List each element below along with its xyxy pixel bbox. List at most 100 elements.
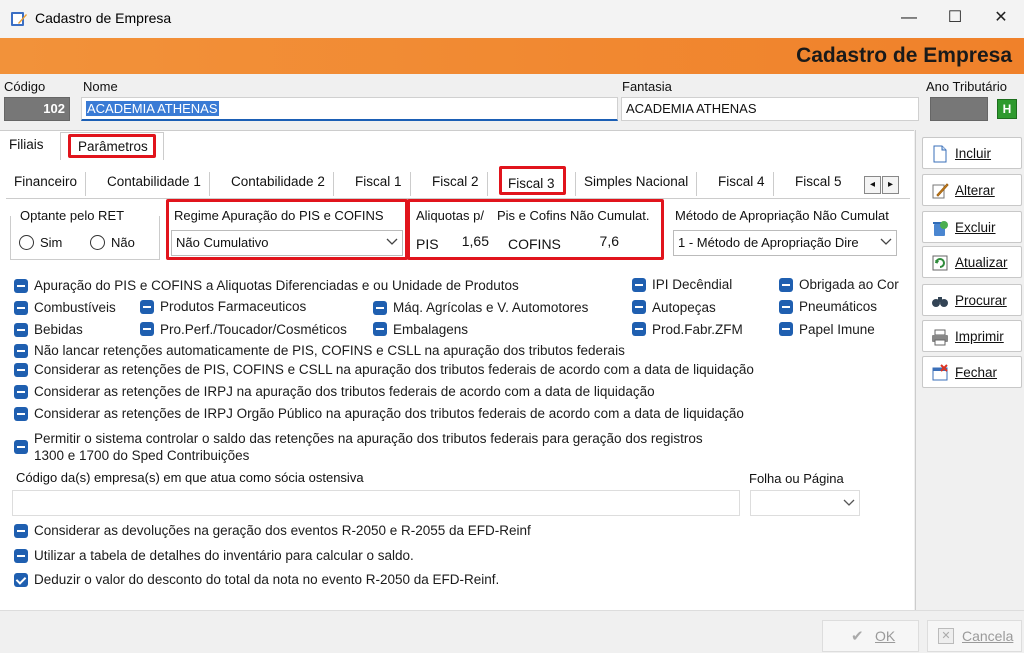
app-icon <box>11 12 27 26</box>
title-bar: Cadastro de Empresa — ☐ ✕ <box>0 0 1024 38</box>
minimize-button[interactable]: — <box>886 0 932 38</box>
pis-field[interactable]: 1,65 <box>443 230 493 254</box>
regime-label: Regime Apuração do PIS e COFINS <box>174 208 384 223</box>
chevron-down-icon <box>880 238 892 245</box>
excluir-label: Excluir <box>955 220 996 235</box>
atualizar-button[interactable]: Atualizar <box>922 246 1022 278</box>
incluir-button[interactable]: Incluir <box>922 137 1022 169</box>
highlight-parametros <box>68 134 156 158</box>
atualizar-label: Atualizar <box>955 255 1008 270</box>
pneumaticos-checkbox[interactable] <box>779 300 793 314</box>
cancel-icon: ✕ <box>938 628 954 644</box>
chevron-down-icon <box>843 499 855 506</box>
maximize-button[interactable]: ☐ <box>932 0 978 38</box>
procurar-label: Procurar <box>955 293 1007 308</box>
autopecas-checkbox[interactable] <box>632 300 646 314</box>
printer-icon <box>932 329 948 346</box>
tab-financeiro[interactable]: Financeiro <box>6 172 87 196</box>
considerar-pis-checkbox[interactable] <box>14 363 28 377</box>
nome-label: Nome <box>83 79 118 94</box>
ano-field[interactable] <box>930 97 988 121</box>
considerar-irpj-publico-checkbox[interactable] <box>14 407 28 421</box>
obrigada-checkbox[interactable] <box>779 278 793 292</box>
papel-label: Papel Imune <box>799 322 875 337</box>
socia-field[interactable] <box>12 490 740 516</box>
ok-label: OK <box>875 628 896 644</box>
regime-select[interactable]: Não Cumulativo <box>171 230 403 256</box>
procurar-button[interactable]: Procurar <box>922 284 1022 316</box>
close-button[interactable]: ✕ <box>978 0 1024 38</box>
deduzir-checkbox[interactable] <box>14 573 28 587</box>
highlight-fiscal-3 <box>499 166 566 195</box>
aliquotas-label: Aliquotas p/ <box>416 208 484 223</box>
bebidas-checkbox[interactable] <box>14 323 28 337</box>
delete-icon <box>933 221 948 236</box>
nao-lancar-checkbox[interactable] <box>14 344 28 358</box>
zfm-label: Prod.Fabr.ZFM <box>652 322 743 337</box>
alterar-label: Alterar <box>955 183 995 198</box>
zfm-checkbox[interactable] <box>632 322 646 336</box>
embalagens-label: Embalagens <box>393 322 469 337</box>
tab-filiais[interactable]: Filiais <box>9 137 44 152</box>
check-icon: ✔ <box>851 628 864 645</box>
considerar-irpj-checkbox[interactable] <box>14 385 28 399</box>
new-document-icon <box>933 145 947 163</box>
tab-simples-nacional[interactable]: Simples Nacional <box>575 172 698 196</box>
ret-nao-radio[interactable] <box>90 235 105 250</box>
farmaceuticos-checkbox[interactable] <box>140 300 154 314</box>
papel-checkbox[interactable] <box>779 322 793 336</box>
ret-nao-label: Não <box>111 235 135 250</box>
devolucoes-label: Considerar as devoluções na geração dos … <box>34 523 531 538</box>
codigo-field[interactable]: 102 <box>4 97 70 121</box>
socia-label: Código da(s) empresa(s) em que atua como… <box>16 470 364 485</box>
binoculars-icon <box>932 297 948 307</box>
ok-button[interactable]: ✔ OK <box>822 620 919 652</box>
apuracao-checkbox[interactable] <box>14 279 28 293</box>
tab-contabilidade-2[interactable]: Contabilidade 2 <box>223 172 334 196</box>
nome-field[interactable]: ACADEMIA ATHENAS <box>81 97 618 121</box>
ano-label: Ano Tributário <box>926 79 1007 94</box>
tab-fiscal-2[interactable]: Fiscal 2 <box>424 172 488 196</box>
permitir-saldo-checkbox[interactable] <box>14 440 28 454</box>
obrigada-label: Obrigada ao Cor <box>799 277 899 292</box>
maq-checkbox[interactable] <box>373 301 387 315</box>
tab-fiscal-5[interactable]: Fiscal 5 <box>787 172 850 196</box>
ret-sim-radio[interactable] <box>19 235 34 250</box>
tab-fiscal-1[interactable]: Fiscal 1 <box>347 172 411 196</box>
ipi-checkbox[interactable] <box>632 278 646 292</box>
pneumaticos-label: Pneumáticos <box>799 299 878 314</box>
sidebar <box>915 130 1024 653</box>
considerar-irpj-publico-label: Considerar as retenções de IRPJ Orgão Pú… <box>34 406 744 421</box>
metodo-select[interactable]: 1 - Método de Apropriação Dire <box>673 230 897 256</box>
excluir-button[interactable]: Excluir <box>922 211 1022 243</box>
nao-lancar-label: Não lancar retenções automaticamente de … <box>34 343 625 358</box>
tabs-scroll-right[interactable]: ▸ <box>882 176 899 194</box>
tab-fiscal-4[interactable]: Fiscal 4 <box>710 172 774 196</box>
imprimir-label: Imprimir <box>955 329 1004 344</box>
cancela-button[interactable]: ✕ Cancela <box>927 620 1022 652</box>
fantasia-label: Fantasia <box>622 79 672 94</box>
cancela-label: Cancela <box>962 628 1014 644</box>
autopecas-label: Autopeças <box>652 300 716 315</box>
ipi-label: IPI Decêndial <box>652 277 733 292</box>
chevron-down-icon <box>386 238 398 245</box>
apuracao-label: Apuração do PIS e COFINS a Aliquotas Dif… <box>34 278 519 293</box>
tab-contabilidade-1[interactable]: Contabilidade 1 <box>99 172 210 196</box>
embalagens-checkbox[interactable] <box>373 322 387 336</box>
inventario-checkbox[interactable] <box>14 549 28 563</box>
alterar-button[interactable]: Alterar <box>922 174 1022 206</box>
considerar-pis-label: Considerar as retenções de PIS, COFINS e… <box>34 362 754 377</box>
ano-help-button[interactable]: H <box>997 99 1017 119</box>
perfumaria-checkbox[interactable] <box>140 322 154 336</box>
fechar-button[interactable]: Fechar <box>922 356 1022 388</box>
combustiveis-checkbox[interactable] <box>14 301 28 315</box>
devolucoes-checkbox[interactable] <box>14 524 28 538</box>
farmaceuticos-label: Produtos Farmaceuticos <box>160 299 307 314</box>
cofins-field[interactable]: 7,6 <box>568 230 623 254</box>
fantasia-field[interactable]: ACADEMIA ATHENAS <box>621 97 919 121</box>
imprimir-button[interactable]: Imprimir <box>922 320 1022 352</box>
nome-value: ACADEMIA ATHENAS <box>86 101 219 116</box>
perfumaria-label: Pro.Perf./Toucador/Cosméticos <box>160 322 347 337</box>
tabs-scroll-left[interactable]: ◂ <box>864 176 881 194</box>
refresh-icon <box>932 255 948 271</box>
